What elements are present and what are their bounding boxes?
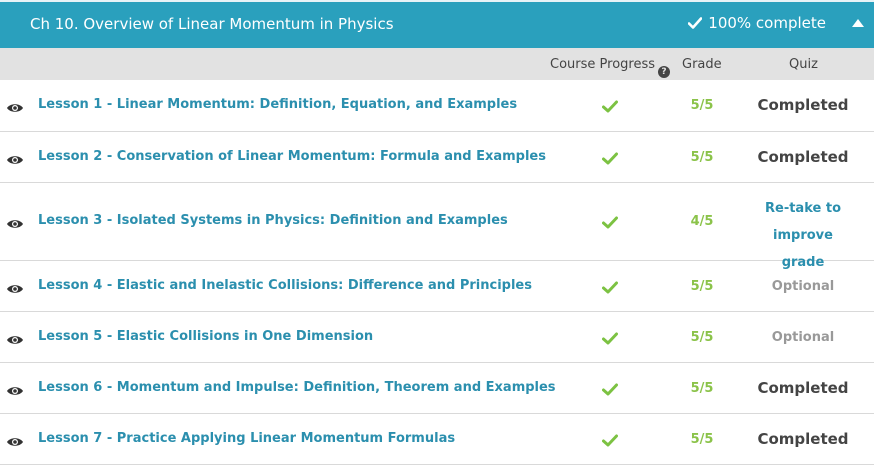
lesson-grade: 5/5 (690, 150, 714, 165)
check-icon (602, 98, 618, 113)
check-icon (602, 432, 618, 447)
chapter-title[interactable]: Ch 10. Overview of Linear Momentum in Ph… (30, 15, 394, 33)
quiz-completed-status[interactable]: Completed (736, 148, 870, 166)
lesson-link[interactable]: Lesson 5 - Elastic Collisions in One Dim… (38, 329, 373, 344)
check-icon (688, 17, 703, 29)
retake-quiz-line1[interactable]: Re-take to improve (736, 195, 870, 249)
lesson-link[interactable]: Lesson 4 - Elastic and Inelastic Collisi… (38, 278, 532, 293)
chapter-panel: Ch 10. Overview of Linear Momentum in Ph… (0, 0, 874, 470)
check-icon (602, 214, 618, 229)
lesson-row: Lesson 5 - Elastic Collisions in One Dim… (0, 312, 874, 363)
lesson-grade: 4/5 (690, 214, 714, 229)
chapter-header[interactable]: Ch 10. Overview of Linear Momentum in Ph… (0, 0, 874, 48)
quiz-column-header: Quiz (789, 57, 818, 72)
lesson-link[interactable]: Lesson 7 - Practice Applying Linear Mome… (38, 431, 455, 446)
lesson-link[interactable]: Lesson 6 - Momentum and Impulse: Definit… (38, 380, 556, 395)
lesson-link[interactable]: Lesson 2 - Conservation of Linear Moment… (38, 149, 546, 164)
eye-icon[interactable] (6, 331, 24, 344)
lesson-row: Lesson 1 - Linear Momentum: Definition, … (0, 80, 874, 132)
quiz-completed-status[interactable]: Completed (736, 430, 870, 448)
lesson-grade: 5/5 (690, 381, 714, 396)
completion-text: 100% complete (708, 14, 826, 32)
lesson-grade: 5/5 (690, 279, 714, 294)
lesson-grade: 5/5 (690, 432, 714, 447)
lesson-row: Lesson 3 - Isolated Systems in Physics: … (0, 183, 874, 270)
eye-icon[interactable] (6, 382, 24, 395)
lesson-grade: 5/5 (690, 330, 714, 345)
quiz-optional-status: Optional (771, 279, 835, 294)
caret-up-icon[interactable] (852, 19, 864, 27)
eye-icon[interactable] (6, 215, 24, 228)
lesson-row: Lesson 7 - Practice Applying Linear Mome… (0, 414, 874, 465)
progress-column-header: Course Progress? (550, 57, 670, 78)
eye-icon[interactable] (6, 280, 24, 293)
column-headers: Course Progress? Grade Quiz (0, 48, 874, 80)
lesson-link[interactable]: Lesson 1 - Linear Momentum: Definition, … (38, 97, 517, 112)
eye-icon[interactable] (6, 433, 24, 446)
check-icon (602, 279, 618, 294)
progress-header-label: Course Progress (550, 57, 655, 72)
quiz-completed-status[interactable]: Completed (736, 96, 870, 114)
lesson-link[interactable]: Lesson 3 - Isolated Systems in Physics: … (38, 213, 508, 228)
lesson-grade: 5/5 (690, 98, 714, 113)
help-icon[interactable]: ? (658, 66, 670, 78)
quiz-completed-status[interactable]: Completed (736, 379, 870, 397)
grade-column-header: Grade (682, 57, 722, 72)
eye-icon[interactable] (6, 99, 24, 112)
lesson-row: Lesson 6 - Momentum and Impulse: Definit… (0, 363, 874, 414)
lesson-row: Lesson 4 - Elastic and Inelastic Collisi… (0, 261, 874, 312)
check-icon (602, 330, 618, 345)
check-icon (602, 381, 618, 396)
check-icon (602, 150, 618, 165)
quiz-optional-status: Optional (771, 330, 835, 345)
lesson-row: Lesson 2 - Conservation of Linear Moment… (0, 132, 874, 183)
completion-status: 100% complete (688, 14, 826, 32)
eye-icon[interactable] (6, 151, 24, 164)
